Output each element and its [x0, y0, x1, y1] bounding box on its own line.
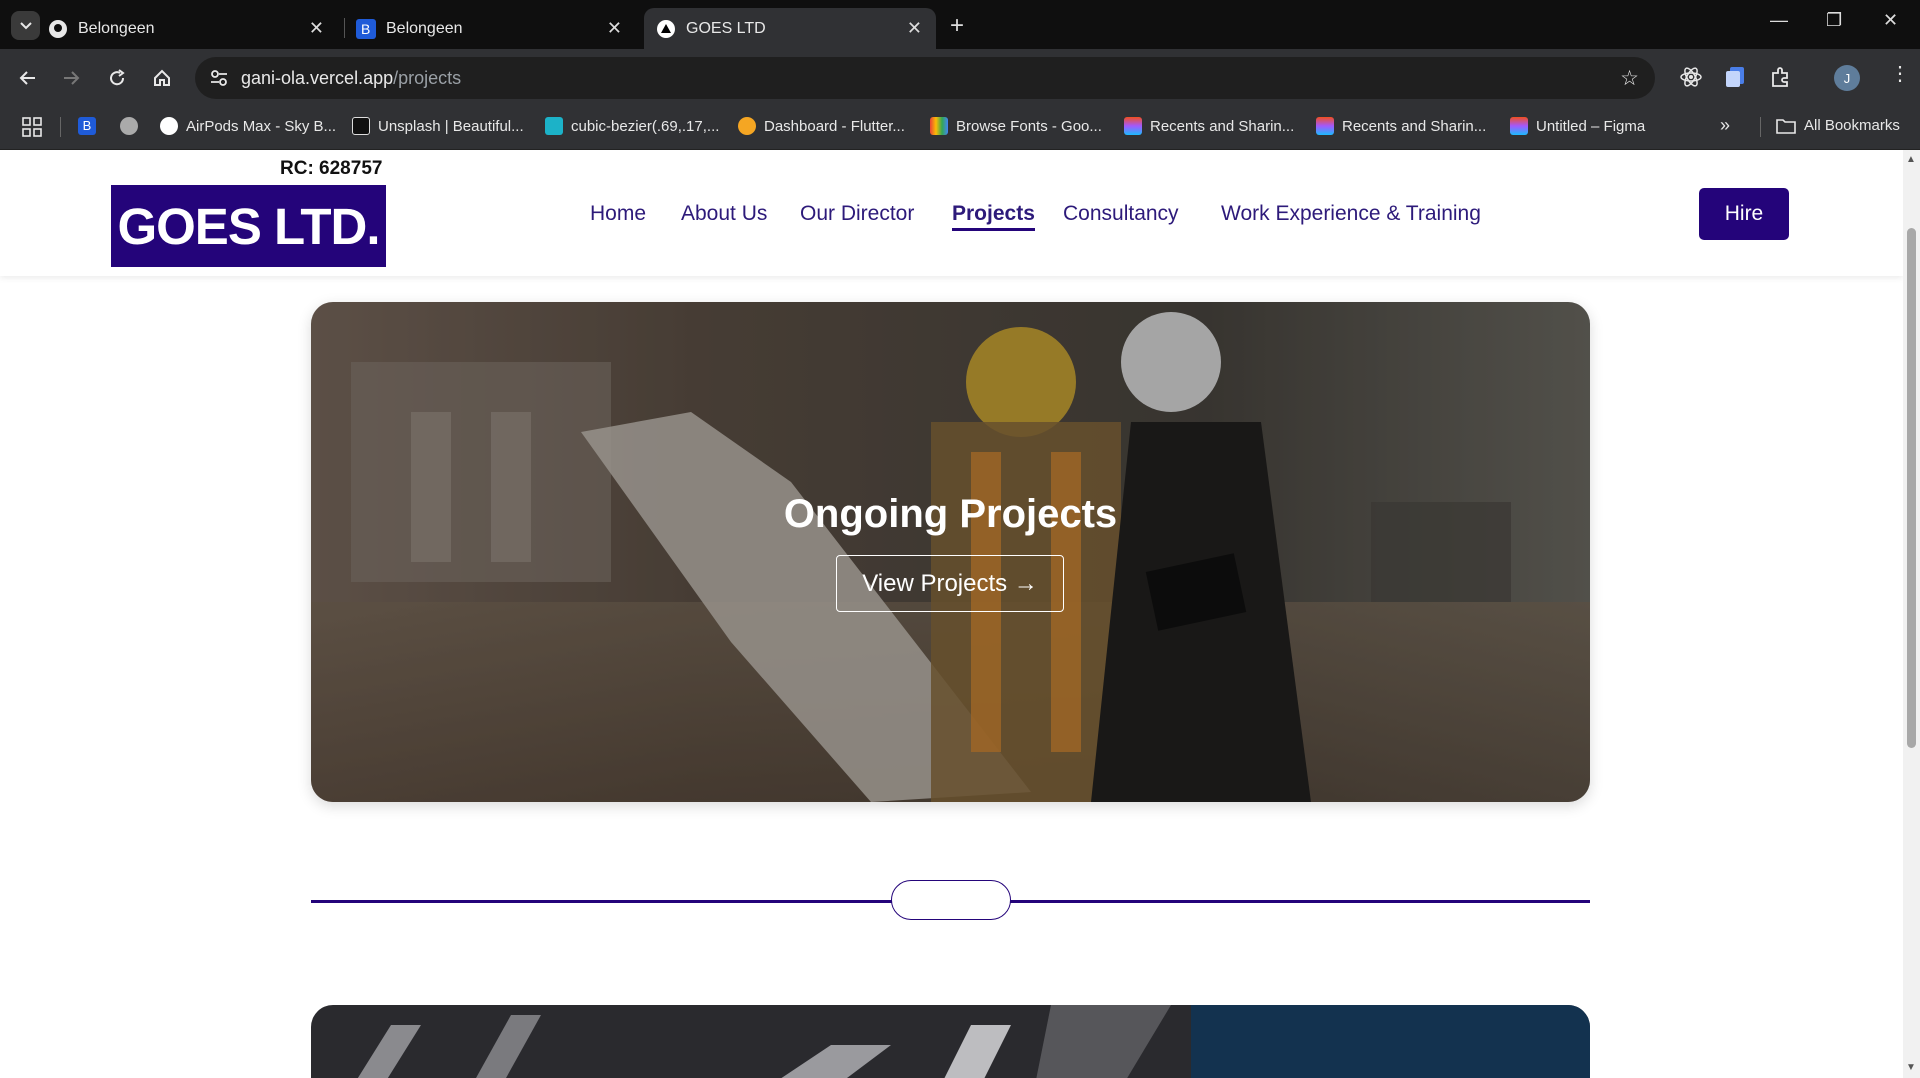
b-icon: B: [356, 18, 376, 39]
divider-pill: [891, 880, 1011, 920]
site-info-icon[interactable]: [209, 68, 229, 93]
tab-2[interactable]: B Belongeen ✕: [356, 8, 636, 49]
unsplash-icon: [352, 117, 370, 135]
cubic-bezier-icon: [545, 117, 563, 135]
extensions-puzzle-icon[interactable]: [1770, 66, 1792, 93]
url-path: /projects: [393, 68, 462, 88]
home-icon[interactable]: [149, 65, 175, 91]
hero-title: Ongoing Projects: [783, 492, 1118, 536]
bookmark-star-icon[interactable]: ☆: [1620, 66, 1639, 91]
forward-arrow-icon[interactable]: [59, 65, 85, 91]
new-tab-plus-icon[interactable]: +: [950, 12, 964, 40]
svg-text:B: B: [361, 21, 370, 37]
react-devtools-icon[interactable]: [1680, 66, 1702, 93]
browser-tab-strip: Belongeen ✕ B Belongeen ✕ GOES LTD ✕ + —…: [0, 0, 1920, 49]
bookmark-figma-untitled[interactable]: Untitled – Figma: [1510, 117, 1645, 135]
profile-avatar[interactable]: J: [1834, 65, 1860, 91]
hero-overlay: [311, 302, 1590, 802]
kebab-menu-icon[interactable]: ⋮: [1890, 61, 1910, 86]
reload-icon[interactable]: [104, 65, 130, 91]
back-arrow-icon[interactable]: [14, 65, 40, 91]
bookmark-label: cubic-bezier(.69,.17,...: [571, 117, 720, 135]
next-project-card: [311, 1005, 1590, 1078]
restore-icon[interactable]: ❐: [1826, 10, 1842, 31]
folder-icon: [1776, 118, 1796, 134]
bookmark-figma-recents-2[interactable]: Recents and Sharin...: [1316, 117, 1486, 135]
tab-3-active[interactable]: GOES LTD ✕: [644, 8, 936, 49]
figma-icon: [1316, 117, 1334, 135]
bookmarks-overflow-icon[interactable]: »: [1720, 115, 1730, 136]
hire-button[interactable]: Hire: [1699, 188, 1789, 240]
tab-title: GOES LTD: [686, 19, 766, 37]
bookmark-unsplash[interactable]: Unsplash | Beautiful...: [352, 117, 524, 135]
url-text: gani-ola.vercel.app/projects: [241, 68, 461, 89]
nav-about-us[interactable]: About Us: [681, 202, 767, 226]
tab-search-button[interactable]: [11, 11, 40, 40]
apple-icon: [160, 117, 178, 135]
site-header: RC: 628757 GOES LTD. Home About Us Our D…: [0, 150, 1903, 276]
page-viewport: RC: 628757 GOES LTD. Home About Us Our D…: [0, 150, 1903, 1078]
bookmark-label: Dashboard - Flutter...: [764, 117, 905, 135]
firebase-icon: [738, 117, 756, 135]
nav-our-director[interactable]: Our Director: [800, 202, 914, 226]
minimize-icon[interactable]: —: [1770, 10, 1788, 31]
tab-title: Belongeen: [78, 19, 155, 37]
scroll-down-icon[interactable]: ▼: [1906, 1062, 1916, 1073]
bookmark-figma-recents-1[interactable]: Recents and Sharin...: [1124, 117, 1294, 135]
bookmark-globe-icon[interactable]: [120, 117, 146, 135]
nav-consultancy[interactable]: Consultancy: [1063, 202, 1179, 226]
all-bookmarks-label: All Bookmarks: [1804, 117, 1900, 134]
page-scrollbar[interactable]: ▲ ▼: [1903, 150, 1920, 1078]
tab-title: Belongeen: [386, 19, 463, 37]
ongoing-projects-hero: Ongoing Projects View Projects →: [311, 302, 1590, 802]
github-icon: [48, 19, 68, 39]
figma-icon: [1510, 117, 1528, 135]
apps-grid-icon[interactable]: [22, 117, 42, 137]
extension-files-icon[interactable]: [1725, 66, 1745, 93]
address-bar[interactable]: gani-ola.vercel.app/projects ☆: [195, 57, 1655, 99]
figma-icon: [1124, 117, 1142, 135]
bookmarks-separator: [1760, 117, 1761, 137]
url-host: gani-ola.vercel.app: [241, 68, 394, 88]
browser-toolbar: gani-ola.vercel.app/projects ☆ J ⋮: [0, 49, 1920, 107]
vercel-icon: [656, 19, 676, 39]
nav-work-experience-training[interactable]: Work Experience & Training: [1221, 202, 1481, 226]
bookmark-label: Recents and Sharin...: [1150, 117, 1295, 135]
rc-number: RC: 628757: [280, 158, 383, 179]
close-icon[interactable]: ✕: [907, 18, 922, 39]
nav-home[interactable]: Home: [590, 202, 646, 226]
chevron-down-icon: [19, 21, 32, 29]
bookmark-cubic-bezier[interactable]: cubic-bezier(.69,.17,...: [545, 117, 719, 135]
google-fonts-icon: [930, 117, 948, 135]
bookmark-label: Recents and Sharin...: [1342, 117, 1487, 135]
bookmark-b-icon[interactable]: B: [78, 117, 104, 135]
close-icon[interactable]: ✕: [309, 18, 324, 39]
tab-1[interactable]: Belongeen ✕: [48, 8, 338, 49]
nav-projects[interactable]: Projects: [952, 202, 1035, 231]
bookmark-label: Untitled – Figma: [1536, 117, 1646, 135]
project-card-image: [311, 1005, 1590, 1078]
bookmark-google-fonts[interactable]: Browse Fonts - Goo...: [930, 117, 1102, 135]
window-close-icon[interactable]: ✕: [1883, 10, 1898, 31]
tab-separator: [344, 18, 345, 38]
site-logo[interactable]: GOES LTD.: [111, 185, 386, 267]
bookmark-airpods[interactable]: AirPods Max - Sky B...: [160, 117, 336, 135]
close-icon[interactable]: ✕: [607, 18, 622, 39]
bookmarks-separator: [60, 117, 61, 137]
view-projects-button[interactable]: View Projects →: [836, 555, 1064, 612]
bookmark-label: Unsplash | Beautiful...: [378, 117, 524, 135]
scroll-up-icon[interactable]: ▲: [1906, 154, 1916, 165]
bookmarks-bar: B AirPods Max - Sky B... Unsplash | Beau…: [0, 107, 1920, 150]
bookmark-label: Browse Fonts - Goo...: [956, 117, 1102, 135]
bookmark-flutter-dashboard[interactable]: Dashboard - Flutter...: [738, 117, 905, 135]
bookmark-label: AirPods Max - Sky B...: [186, 117, 337, 135]
scroll-thumb[interactable]: [1907, 228, 1916, 748]
all-bookmarks[interactable]: All Bookmarks: [1776, 117, 1900, 134]
